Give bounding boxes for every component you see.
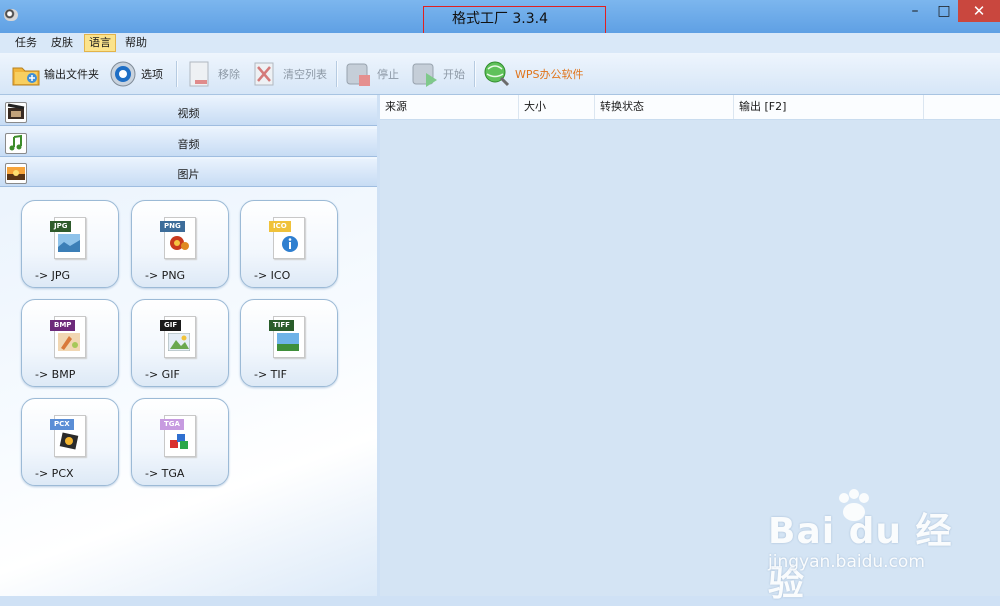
category-audio[interactable]: 音频 bbox=[0, 129, 377, 157]
category-video-label: 视频 bbox=[177, 107, 200, 120]
folder-icon bbox=[11, 60, 41, 88]
bmp-file-icon: BMP bbox=[50, 314, 86, 358]
format-tag: JPG bbox=[50, 221, 72, 232]
tga-file-icon: TGA bbox=[160, 413, 196, 457]
format-tag: TIFF bbox=[269, 320, 294, 331]
tile-label: -> TGA bbox=[145, 467, 185, 480]
tile-label: -> PCX bbox=[35, 467, 74, 480]
tif-file-icon: TIFF bbox=[269, 314, 305, 358]
tile-label: -> TIF bbox=[254, 368, 287, 381]
menu-help[interactable]: 帮助 bbox=[121, 35, 151, 51]
options-button[interactable]: 选项 bbox=[108, 59, 163, 89]
tile-label: -> BMP bbox=[35, 368, 76, 381]
baidu-watermark: Bai du 经验 jingyan.baidu.com bbox=[760, 488, 980, 604]
wps-globe-icon bbox=[482, 60, 512, 88]
watermark-url: jingyan.baidu.com bbox=[768, 552, 925, 572]
task-list-header: 来源 大小 转换状态 输出 [F2] bbox=[380, 95, 1000, 120]
convert-to-tga-tile[interactable]: TGA -> TGA bbox=[131, 398, 229, 486]
convert-to-gif-tile[interactable]: GIF -> GIF bbox=[131, 299, 229, 387]
gear-icon bbox=[108, 60, 138, 88]
convert-to-pcx-tile[interactable]: PCX -> PCX bbox=[21, 398, 119, 486]
output-folder-button[interactable]: 输出文件夹 bbox=[11, 59, 99, 89]
category-video[interactable]: 视频 bbox=[0, 98, 377, 126]
toolbar-separator bbox=[336, 61, 338, 87]
category-image[interactable]: 图片 bbox=[0, 159, 377, 187]
convert-to-bmp-tile[interactable]: BMP -> BMP bbox=[21, 299, 119, 387]
category-panel: 视频 音频 图片 JPG -> JPG PNG -> PNG ICO -> IC… bbox=[0, 95, 377, 596]
format-tag: PNG bbox=[160, 221, 185, 232]
remove-icon bbox=[185, 60, 215, 88]
convert-to-png-tile[interactable]: PNG -> PNG bbox=[131, 200, 229, 288]
title-bar: 格式工厂 3.3.4 – □ ✕ bbox=[0, 0, 1000, 37]
toolbar-separator bbox=[474, 61, 476, 87]
stop-icon bbox=[344, 60, 374, 88]
toolbar-separator bbox=[176, 61, 178, 87]
clear-list-label: 清空列表 bbox=[283, 68, 327, 81]
convert-to-tif-tile[interactable]: TIFF -> TIF bbox=[240, 299, 338, 387]
format-tag: TGA bbox=[160, 419, 184, 430]
options-label: 选项 bbox=[141, 68, 163, 81]
wps-office-button[interactable]: WPS办公软件 bbox=[482, 59, 584, 89]
category-image-label: 图片 bbox=[177, 168, 200, 181]
maximize-button[interactable]: □ bbox=[928, 0, 960, 22]
minimize-button[interactable]: – bbox=[899, 0, 931, 22]
menu-bar: 任务 皮肤 语言 帮助 bbox=[0, 33, 1000, 53]
remove-button[interactable]: 移除 bbox=[185, 59, 240, 89]
tile-label: -> JPG bbox=[35, 269, 71, 282]
wps-label: WPS办公软件 bbox=[515, 68, 584, 81]
category-audio-label: 音频 bbox=[177, 138, 200, 151]
pcx-file-icon: PCX bbox=[50, 413, 86, 457]
toolbar: 输出文件夹 选项 移除 清空列表 停止 开始 WPS办公软件 bbox=[0, 53, 1000, 95]
tile-label: -> ICO bbox=[254, 269, 291, 282]
format-tag: BMP bbox=[50, 320, 76, 331]
png-file-icon: PNG bbox=[160, 215, 196, 259]
start-label: 开始 bbox=[443, 68, 465, 81]
column-size[interactable]: 大小 bbox=[519, 95, 595, 119]
start-icon bbox=[410, 60, 440, 88]
menu-language[interactable]: 语言 bbox=[84, 34, 116, 52]
start-button[interactable]: 开始 bbox=[410, 59, 465, 89]
convert-to-ico-tile[interactable]: ICO -> ICO bbox=[240, 200, 338, 288]
column-source[interactable]: 来源 bbox=[380, 95, 519, 119]
tile-label: -> PNG bbox=[145, 269, 186, 282]
stop-label: 停止 bbox=[377, 68, 399, 81]
clear-list-button[interactable]: 清空列表 bbox=[250, 59, 327, 89]
format-tag: ICO bbox=[269, 221, 291, 232]
close-button[interactable]: ✕ bbox=[958, 0, 1000, 22]
clear-icon bbox=[250, 60, 280, 88]
output-folder-label: 输出文件夹 bbox=[44, 68, 99, 81]
tile-label: -> GIF bbox=[145, 368, 180, 381]
column-status[interactable]: 转换状态 bbox=[595, 95, 734, 119]
convert-to-jpg-tile[interactable]: JPG -> JPG bbox=[21, 200, 119, 288]
format-tag: PCX bbox=[50, 419, 74, 430]
menu-skin[interactable]: 皮肤 bbox=[47, 35, 77, 51]
gif-file-icon: GIF bbox=[160, 314, 196, 358]
column-output[interactable]: 输出 [F2] bbox=[734, 95, 924, 119]
remove-label: 移除 bbox=[218, 68, 240, 81]
stop-button[interactable]: 停止 bbox=[344, 59, 399, 89]
jpg-file-icon: JPG bbox=[50, 215, 86, 259]
ico-file-icon: ICO bbox=[269, 215, 305, 259]
menu-task[interactable]: 任务 bbox=[11, 35, 41, 51]
format-tag: GIF bbox=[160, 320, 182, 331]
